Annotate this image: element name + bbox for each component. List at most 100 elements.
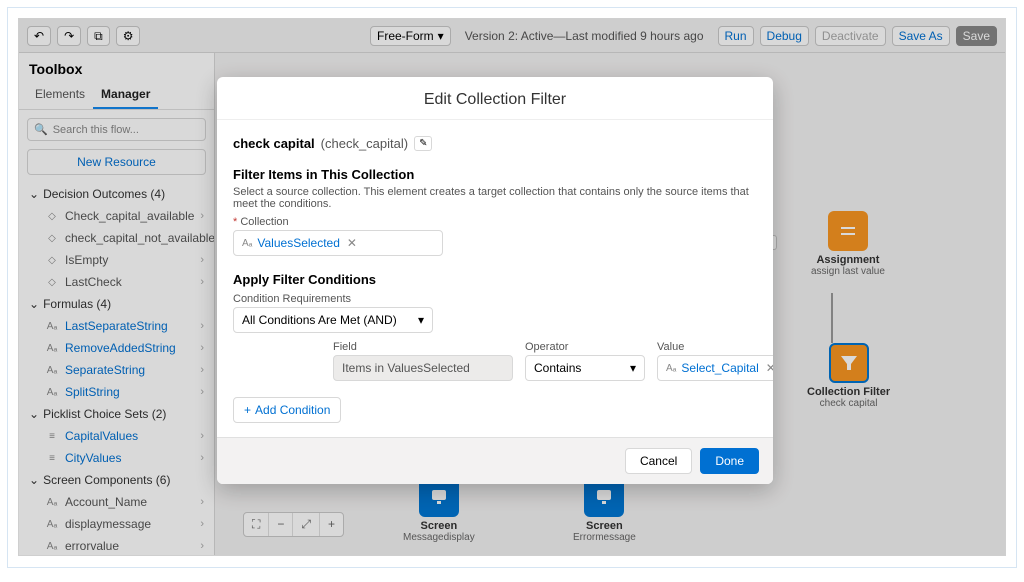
resource-type-icon: ≡ xyxy=(45,429,59,443)
node-subtitle: assign last value xyxy=(811,266,885,277)
clear-collection-button[interactable]: ✕ xyxy=(347,236,357,250)
node-screen-2[interactable]: Screen Errormessage xyxy=(573,477,636,543)
tree-group[interactable]: ⌄ Screen Components (6) xyxy=(23,469,210,491)
add-condition-button[interactable]: + Add Condition xyxy=(233,397,341,423)
deactivate-button[interactable]: Deactivate xyxy=(815,26,886,46)
chevron-right-icon: › xyxy=(200,276,204,288)
chevron-right-icon: › xyxy=(200,320,204,332)
tree-item[interactable]: ◇Check_capital_available› xyxy=(23,205,210,227)
chevron-right-icon: › xyxy=(200,518,204,530)
settings-button[interactable]: ⚙ xyxy=(116,26,141,46)
tree-item-label: LastSeparateString xyxy=(65,319,168,333)
zoom-reset-button[interactable]: ⤢ xyxy=(293,513,320,536)
tree-item[interactable]: ◇check_capital_not_available› xyxy=(23,227,210,249)
collection-label: Collection xyxy=(233,216,757,228)
cancel-button[interactable]: Cancel xyxy=(625,448,692,474)
resource-tree: ⌄ Decision Outcomes (4)◇Check_capital_av… xyxy=(19,183,214,555)
resource-type-icon: Aₐ xyxy=(45,341,59,355)
redo-button[interactable]: ↷ xyxy=(57,26,81,46)
resource-type-icon: Aₐ xyxy=(45,517,59,531)
save-button[interactable]: Save xyxy=(956,26,997,46)
toolbox-sidebar: Toolbox Elements Manager 🔍 Search this f… xyxy=(19,53,215,555)
condition-row: Field Items in ValuesSelected Operator C… xyxy=(233,341,757,381)
undo-button[interactable]: ↶ xyxy=(27,26,51,46)
value-input[interactable]: Aₐ Select_Capital ✕ xyxy=(657,355,773,381)
modal-footer: Cancel Done xyxy=(217,437,773,484)
section-help-text: Select a source collection. This element… xyxy=(233,186,757,210)
tree-group[interactable]: ⌄ Picklist Choice Sets (2) xyxy=(23,403,210,425)
tree-item-label: CityValues xyxy=(65,451,121,465)
tree-item[interactable]: AₐLastSeparateString› xyxy=(23,315,210,337)
tree-item-label: CapitalValues xyxy=(65,429,138,443)
chevron-right-icon: › xyxy=(200,386,204,398)
flow-toolbar: ↶ ↷ ⧉ ⚙ Free-Form ▾ Version 2: Active—La… xyxy=(19,19,1005,53)
tree-item[interactable]: Aₐerrorvalue› xyxy=(23,535,210,555)
connector-line xyxy=(831,293,833,343)
node-title: Screen xyxy=(573,520,636,532)
collection-value: ValuesSelected xyxy=(257,236,340,250)
field-input[interactable]: Items in ValuesSelected xyxy=(333,355,513,381)
tree-item-label: RemoveAddedString xyxy=(65,341,176,355)
tree-item[interactable]: ◇LastCheck› xyxy=(23,271,210,293)
group-label: Decision Outcomes (4) xyxy=(43,187,165,201)
chevron-down-icon: ▾ xyxy=(630,361,636,375)
condition-req-label: Condition Requirements xyxy=(233,293,757,305)
fit-button[interactable]: ⛶ xyxy=(244,513,269,536)
tab-manager[interactable]: Manager xyxy=(93,81,158,109)
tree-item-label: check_capital_not_available xyxy=(65,231,214,245)
chevron-right-icon: › xyxy=(200,364,204,376)
tree-item[interactable]: AₐSeparateString› xyxy=(23,359,210,381)
zoom-out-button[interactable]: − xyxy=(269,513,293,536)
tree-item-label: SplitString xyxy=(65,385,120,399)
layout-mode-select[interactable]: Free-Form ▾ xyxy=(370,26,451,46)
tree-item[interactable]: ≡CityValues› xyxy=(23,447,210,469)
search-input[interactable]: 🔍 Search this flow... xyxy=(27,118,206,141)
debug-button[interactable]: Debug xyxy=(760,26,809,46)
save-as-button[interactable]: Save As xyxy=(892,26,950,46)
node-screen-1[interactable]: Screen Messagedisplay xyxy=(403,477,475,543)
node-subtitle: check capital xyxy=(807,398,890,409)
section-conditions-title: Apply Filter Conditions xyxy=(233,272,757,287)
operator-label: Operator xyxy=(525,341,645,353)
chevron-right-icon: › xyxy=(200,254,204,266)
node-assignment[interactable]: Assignment assign last value xyxy=(811,211,885,277)
copy-button[interactable]: ⧉ xyxy=(87,26,110,46)
tree-item-label: Account_Name xyxy=(65,495,147,509)
tree-item[interactable]: AₐSplitString› xyxy=(23,381,210,403)
resource-type-icon: ◇ xyxy=(45,253,59,267)
tree-item[interactable]: AₐAccount_Name› xyxy=(23,491,210,513)
node-title: Assignment xyxy=(811,254,885,266)
done-button[interactable]: Done xyxy=(700,448,759,474)
tree-item-label: LastCheck xyxy=(65,275,122,289)
operator-select[interactable]: Contains ▾ xyxy=(525,355,645,381)
value-label: Value xyxy=(657,341,773,353)
chevron-down-icon: ⌄ xyxy=(29,297,39,311)
text-icon: Aₐ xyxy=(666,363,676,374)
chevron-right-icon: › xyxy=(200,210,204,222)
tree-item[interactable]: ◇IsEmpty› xyxy=(23,249,210,271)
tree-item[interactable]: Aₐdisplaymessage› xyxy=(23,513,210,535)
search-placeholder: Search this flow... xyxy=(53,124,139,136)
clear-value-button[interactable]: ✕ xyxy=(766,361,773,375)
edit-filter-modal: ✕ Edit Collection Filter check capital (… xyxy=(217,77,773,484)
zoom-in-button[interactable]: + xyxy=(320,513,343,536)
new-resource-button[interactable]: New Resource xyxy=(27,149,206,175)
collection-input[interactable]: Aₐ ValuesSelected ✕ xyxy=(233,230,443,256)
group-label: Screen Components (6) xyxy=(43,473,170,487)
resource-type-icon: Aₐ xyxy=(45,539,59,553)
tree-group[interactable]: ⌄ Decision Outcomes (4) xyxy=(23,183,210,205)
operator-value: Contains xyxy=(534,361,581,375)
chevron-right-icon: › xyxy=(200,430,204,442)
condition-req-select[interactable]: All Conditions Are Met (AND) ▾ xyxy=(233,307,433,333)
tab-elements[interactable]: Elements xyxy=(27,81,93,109)
run-button[interactable]: Run xyxy=(718,26,754,46)
edit-name-button[interactable]: ✎ xyxy=(414,136,432,151)
chevron-down-icon: ⌄ xyxy=(29,473,39,487)
chevron-down-icon: ▾ xyxy=(418,313,424,327)
tree-group[interactable]: ⌄ Formulas (4) xyxy=(23,293,210,315)
tree-item[interactable]: Aₐ RemoveAddedString › xyxy=(23,337,210,359)
node-collection-filter[interactable]: Collection Filter check capital xyxy=(807,343,890,409)
tree-item[interactable]: ≡ CapitalValues › xyxy=(23,425,210,447)
chevron-right-icon: › xyxy=(200,540,204,552)
chevron-right-icon: › xyxy=(200,342,204,354)
